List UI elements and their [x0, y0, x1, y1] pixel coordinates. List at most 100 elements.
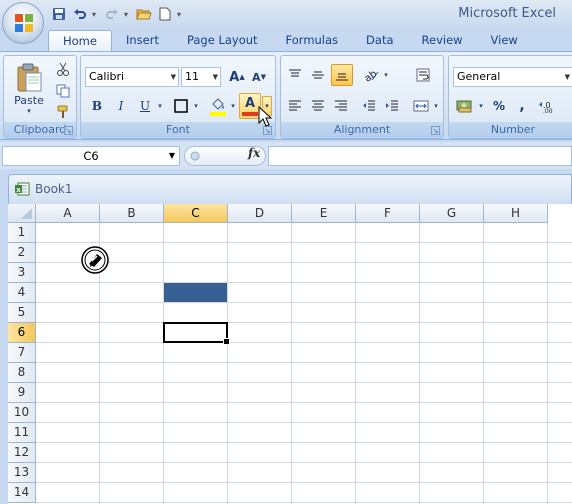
- font-size-combo[interactable]: 11 ▼: [181, 67, 221, 87]
- bold-button[interactable]: B: [87, 96, 107, 116]
- undo-dropdown-icon[interactable]: ▾: [92, 6, 100, 22]
- select-all-button[interactable]: [8, 204, 36, 223]
- clipboard-launcher-icon[interactable]: ↘: [64, 126, 73, 135]
- formula-input[interactable]: [268, 146, 572, 166]
- format-painter-icon[interactable]: [54, 103, 72, 121]
- comma-style-button[interactable]: ,: [512, 96, 532, 116]
- accounting-format-icon[interactable]: [454, 96, 476, 116]
- merge-dropdown-icon[interactable]: ▾: [431, 96, 441, 116]
- gridline-horizontal: [36, 302, 572, 303]
- font-name-dropdown-icon[interactable]: ▼: [171, 68, 176, 86]
- row-header-8[interactable]: 8: [8, 363, 36, 383]
- fill-color-dropdown-icon[interactable]: ▾: [229, 96, 237, 116]
- column-header-g[interactable]: G: [420, 204, 484, 223]
- row-header-1[interactable]: 1: [8, 223, 36, 243]
- font-size-value: 11: [185, 70, 199, 83]
- borders-dropdown-icon[interactable]: ▾: [191, 96, 201, 116]
- merge-center-icon[interactable]: [411, 96, 431, 116]
- tab-home[interactable]: Home: [48, 30, 112, 51]
- column-header-a[interactable]: A: [36, 204, 100, 223]
- name-box[interactable]: C6 ▼: [2, 146, 180, 166]
- column-header-b[interactable]: B: [100, 204, 164, 223]
- percent-style-button[interactable]: %: [489, 96, 509, 116]
- paste-button[interactable]: Paste ▾: [8, 59, 50, 119]
- increase-decimal-icon[interactable]: .0.00: [537, 96, 563, 116]
- font-group: Calibri ▼ 11 ▼ A ▲ A ▼ B I U ▾ ▾ ▾ A ▾ F…: [80, 55, 276, 139]
- grow-font-button[interactable]: A ▲: [227, 67, 247, 87]
- row-header-14[interactable]: 14: [8, 483, 36, 503]
- number-group: General ▼ ▾ % , .0.00 Number: [448, 55, 572, 139]
- align-right-icon[interactable]: [331, 96, 351, 116]
- column-header-d[interactable]: D: [228, 204, 292, 223]
- open-icon[interactable]: [135, 5, 153, 23]
- align-center-icon[interactable]: [308, 96, 328, 116]
- column-header-e[interactable]: E: [292, 204, 356, 223]
- italic-button[interactable]: I: [111, 96, 131, 116]
- undo-icon[interactable]: [71, 5, 89, 23]
- row-header-10[interactable]: 10: [8, 403, 36, 423]
- shrink-font-button[interactable]: A ▼: [249, 67, 269, 87]
- align-bottom-icon[interactable]: [331, 64, 353, 86]
- align-top-icon[interactable]: [285, 65, 305, 85]
- borders-icon[interactable]: [171, 96, 191, 116]
- column-header-c[interactable]: C: [164, 204, 228, 223]
- cut-icon[interactable]: [54, 60, 72, 78]
- column-header-f[interactable]: F: [356, 204, 420, 223]
- row-header-9[interactable]: 9: [8, 383, 36, 403]
- new-icon[interactable]: [156, 5, 174, 23]
- row-header-3[interactable]: 3: [8, 263, 36, 283]
- row-header-11[interactable]: 11: [8, 423, 36, 443]
- workbook-window: x Book1 ABCDEFGH 1 2 3 4 5 6 7 8 9 10 11 12 13 14: [0, 170, 572, 504]
- active-cell-c6[interactable]: [163, 322, 230, 345]
- worksheet-grid[interactable]: ABCDEFGH 1 2 3 4 5 6 7 8 9 10 11 12 13 14: [8, 204, 572, 504]
- font-name-combo[interactable]: Calibri ▼: [85, 67, 179, 87]
- alignment-launcher-icon[interactable]: ↘: [431, 126, 440, 135]
- decrease-indent-icon[interactable]: [359, 96, 379, 116]
- tab-insert[interactable]: Insert: [112, 30, 173, 51]
- name-box-dropdown-icon[interactable]: ▼: [169, 147, 175, 165]
- grow-font-label: A: [229, 69, 240, 85]
- accounting-dropdown-icon[interactable]: ▾: [476, 96, 486, 116]
- align-left-icon[interactable]: [285, 96, 305, 116]
- tab-review[interactable]: Review: [408, 30, 477, 51]
- insert-function-button[interactable]: fx: [248, 146, 260, 160]
- name-box-value: C6: [83, 149, 99, 163]
- row-header-7[interactable]: 7: [8, 343, 36, 363]
- number-format-combo[interactable]: General ▼: [453, 67, 572, 87]
- alignment-group: ab ▾ ▾ Alignment ↘: [280, 55, 444, 139]
- row-header-12[interactable]: 12: [8, 443, 36, 463]
- underline-dropdown-icon[interactable]: ▾: [155, 96, 165, 116]
- tab-view[interactable]: View: [477, 30, 532, 51]
- row-header-6[interactable]: 6: [8, 323, 36, 343]
- column-header-h[interactable]: H: [484, 204, 548, 223]
- quick-access-toolbar: ▾ ▾ ▾: [50, 4, 185, 24]
- gridline-horizontal: [36, 462, 572, 463]
- tab-page-layout[interactable]: Page Layout: [173, 30, 272, 51]
- office-button[interactable]: [2, 2, 44, 44]
- workbook-title: Book1: [35, 182, 73, 196]
- font-size-dropdown-icon[interactable]: ▼: [213, 68, 218, 86]
- number-format-value: General: [457, 70, 501, 83]
- increase-indent-icon[interactable]: [382, 96, 402, 116]
- tab-formulas[interactable]: Formulas: [272, 30, 353, 51]
- gridline-horizontal: [36, 282, 572, 283]
- row-header-4[interactable]: 4: [8, 283, 36, 303]
- save-icon[interactable]: [50, 5, 68, 23]
- number-format-dropdown-icon[interactable]: ▼: [565, 68, 570, 86]
- paste-dropdown-icon: ▾: [27, 107, 31, 115]
- align-middle-icon[interactable]: [308, 65, 328, 85]
- orientation-icon[interactable]: ab: [361, 65, 381, 85]
- tab-data[interactable]: Data: [352, 30, 407, 51]
- orientation-dropdown-icon[interactable]: ▾: [381, 65, 391, 85]
- font-color-letter: A: [244, 95, 256, 111]
- svg-text:ab: ab: [363, 68, 379, 82]
- row-header-13[interactable]: 13: [8, 463, 36, 483]
- fill-color-button[interactable]: [207, 94, 229, 118]
- customize-qat-icon[interactable]: ▾: [177, 6, 185, 22]
- wrap-text-icon[interactable]: [413, 65, 433, 85]
- row-header-5[interactable]: 5: [8, 303, 36, 323]
- underline-button[interactable]: U: [135, 96, 155, 116]
- copy-icon[interactable]: [54, 82, 72, 100]
- filled-cell-c4[interactable]: [164, 283, 227, 302]
- row-header-2[interactable]: 2: [8, 243, 36, 263]
